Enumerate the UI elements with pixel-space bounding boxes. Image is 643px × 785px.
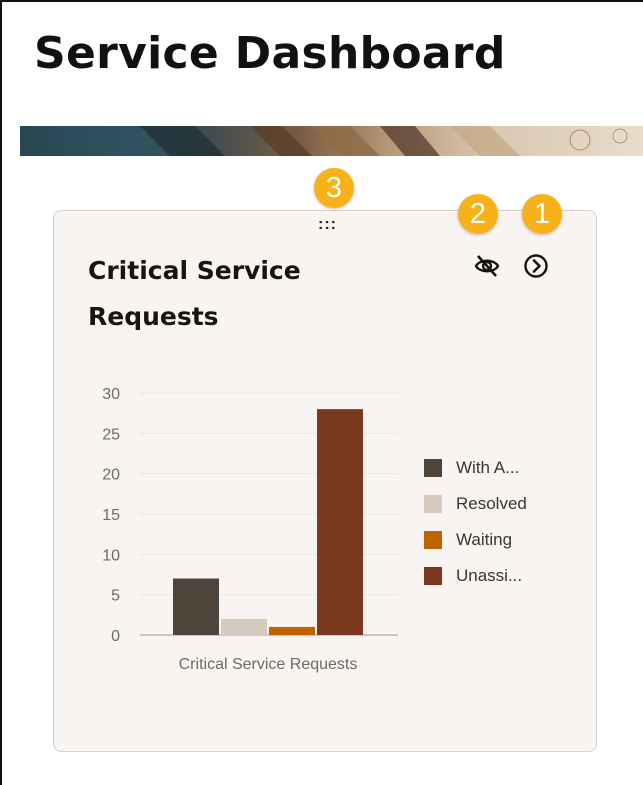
y-tick-label: 20 bbox=[102, 467, 120, 484]
bar-chart: 0 5 10 15 20 25 30 Critical Service Requests bbox=[102, 386, 398, 673]
bar-1 bbox=[173, 578, 219, 635]
left-border bbox=[0, 0, 2, 785]
y-tick-label: 10 bbox=[102, 547, 120, 564]
legend-label: Unassi... bbox=[456, 566, 523, 585]
legend-label: With A... bbox=[456, 458, 520, 477]
top-border bbox=[0, 0, 643, 2]
y-tick-label: 0 bbox=[111, 628, 120, 645]
bar-3 bbox=[269, 626, 315, 635]
legend-item: With A... bbox=[424, 450, 527, 486]
header-banner-image bbox=[20, 126, 643, 156]
eye-slash-icon bbox=[474, 255, 500, 277]
bar-4 bbox=[317, 409, 363, 635]
drag-handle-icon[interactable]: ::: bbox=[318, 217, 337, 233]
legend-item: Resolved bbox=[424, 486, 527, 522]
callout-badge-2: 2 bbox=[458, 194, 498, 234]
y-tick-label: 25 bbox=[102, 426, 120, 443]
legend-swatch bbox=[424, 567, 442, 585]
chart-legend: With A... Resolved Waiting Unassi... bbox=[424, 450, 527, 594]
page-title: Service Dashboard bbox=[34, 28, 506, 79]
callout-badge-3: 3 bbox=[314, 168, 354, 208]
bar-2 bbox=[221, 618, 267, 635]
hide-button[interactable] bbox=[474, 253, 500, 279]
open-details-button[interactable] bbox=[523, 253, 549, 279]
legend-item: Unassi... bbox=[424, 558, 527, 594]
x-category-label: Critical Service Requests bbox=[179, 656, 358, 673]
y-tick-label: 15 bbox=[102, 507, 120, 524]
legend-swatch bbox=[424, 531, 442, 549]
legend-label: Waiting bbox=[456, 530, 513, 549]
legend-swatch bbox=[424, 459, 442, 477]
y-tick-label: 30 bbox=[102, 386, 120, 403]
callout-badge-1: 1 bbox=[522, 194, 562, 234]
y-tick-label: 5 bbox=[111, 588, 120, 605]
legend-swatch bbox=[424, 495, 442, 513]
legend-item: Waiting bbox=[424, 522, 527, 558]
card-title: Critical Service Requests bbox=[88, 256, 301, 331]
chevron-right-circle-icon bbox=[524, 254, 548, 278]
legend-label: Resolved bbox=[456, 494, 527, 513]
